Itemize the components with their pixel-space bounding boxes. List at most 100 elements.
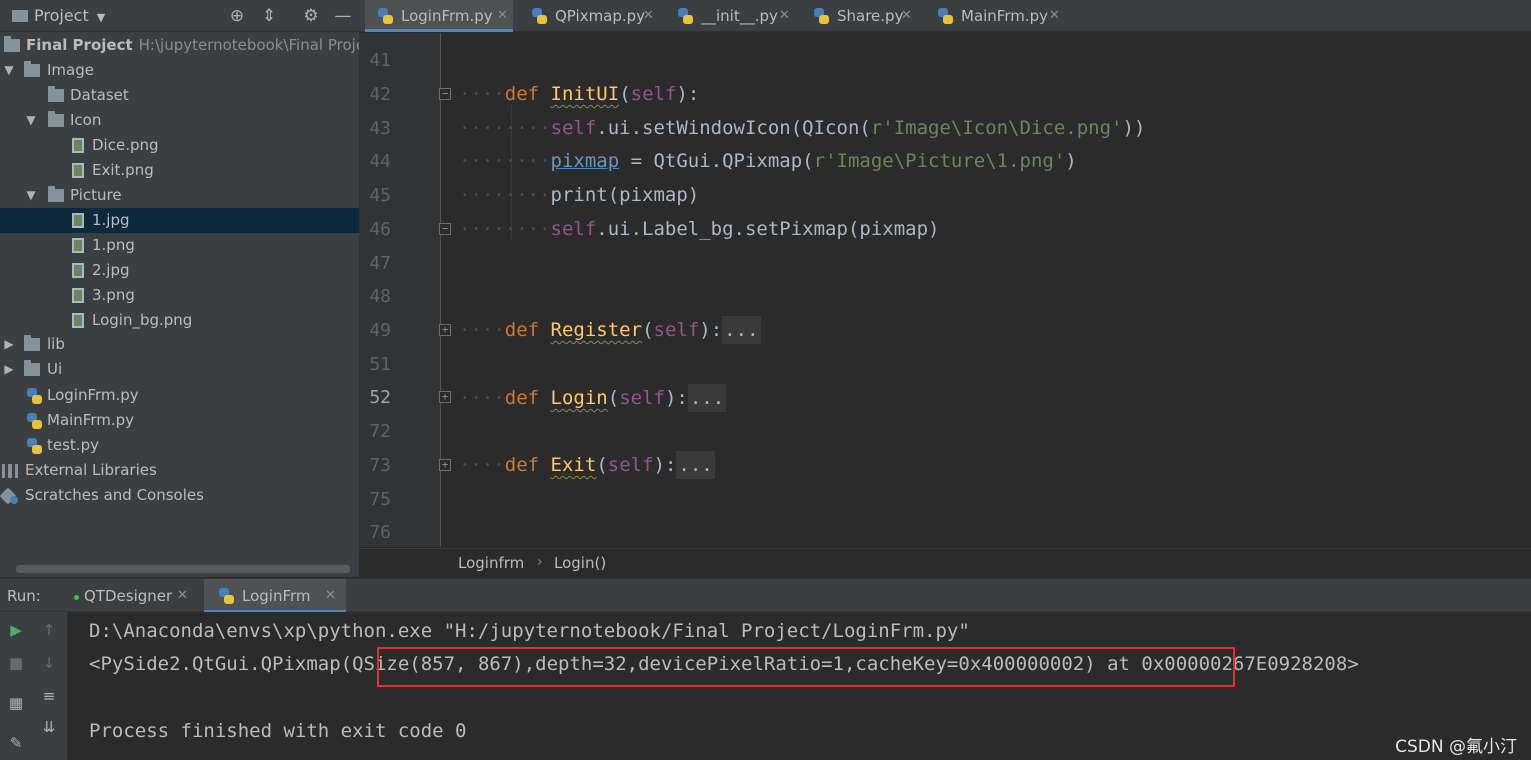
gear-icon[interactable]: ⚙	[300, 5, 322, 27]
collapsed-arrow-icon[interactable]: ▶	[2, 357, 16, 382]
line-number: 73	[369, 455, 391, 476]
tree-item-dice-png[interactable]: Dice.png	[0, 133, 359, 158]
tree-item-label: Icon	[70, 111, 102, 129]
scroll-to-end-icon[interactable]: ⇊	[38, 716, 60, 738]
fold-marker-icon[interactable]: −	[439, 88, 451, 100]
tree-item-3-png[interactable]: 3.png	[0, 283, 359, 308]
expand-fold-icon[interactable]: +	[439, 391, 451, 403]
collapse-all-icon[interactable]: ⇕	[258, 5, 280, 27]
project-panel: Project ▼ ⊕ ⇕ ⚙ — Final Project H:\jupyter…	[0, 0, 373, 577]
project-folder-icon	[12, 10, 28, 22]
run-tab-label: QTDesigner	[84, 587, 173, 605]
expanded-arrow-icon[interactable]: ▼	[24, 108, 38, 133]
tree-item-label: MainFrm.py	[47, 411, 135, 429]
python-file-icon	[26, 413, 42, 429]
folder-icon	[24, 335, 40, 351]
tab-label: Share.py	[837, 7, 904, 25]
tree-item-exit-png[interactable]: Exit.png	[0, 158, 359, 183]
run-tab-loginfrm[interactable]: LoginFrm ✕	[204, 579, 346, 613]
code-editor[interactable]: 41 42 43 44 45 46 47 48 49 51 52 72 73 7…	[359, 33, 1531, 547]
tree-item-label: Image	[47, 61, 94, 79]
tab-init-py[interactable]: __init__.py ✕	[665, 0, 795, 32]
tab-loginfrm-py[interactable]: LoginFrm.py ✕	[365, 0, 513, 32]
chevron-right-icon: ›	[537, 554, 543, 570]
folder-icon	[24, 360, 40, 376]
code-line-46: ········self.ui.Label_bg.setPixmap(pixma…	[459, 218, 940, 240]
run-toolbar: ▶ ↑ ■ ↓ ≡ ▦ ⇊ ✎	[0, 612, 68, 760]
tree-item-test-py[interactable]: test.py	[0, 433, 359, 458]
tree-item-icon-folder[interactable]: ▼ Icon	[0, 108, 359, 133]
rerun-icon[interactable]: ▶	[5, 619, 27, 641]
tree-item-label: Ui	[47, 360, 63, 378]
tree-item-final-project[interactable]: Final Project H:\jupyternotebook\Final Pr…	[0, 33, 373, 58]
tree-item-ui[interactable]: ▶ Ui	[0, 357, 359, 382]
expand-fold-icon[interactable]: +	[439, 324, 451, 336]
close-icon[interactable]: ✕	[497, 0, 508, 32]
tree-item-1-jpg[interactable]: 1.jpg	[0, 208, 359, 233]
tree-item-external-libraries[interactable]: External Libraries	[0, 458, 359, 483]
breadcrumb-item[interactable]: Loginfrm	[458, 554, 524, 572]
tree-item-label: Dice.png	[92, 136, 159, 154]
close-icon[interactable]: ✕	[901, 0, 912, 32]
tree-item-mainfrm-py[interactable]: MainFrm.py	[0, 408, 359, 433]
run-console[interactable]: D:\Anaconda\envs\xp\python.exe "H:/jupyt…	[68, 612, 1531, 760]
tab-share-py[interactable]: Share.py ✕	[801, 0, 919, 32]
tree-item-scratches[interactable]: Scratches and Consoles	[0, 483, 359, 508]
tree-item-label: LoginFrm.py	[47, 386, 139, 404]
tree-item-picture[interactable]: ▼ Picture	[0, 183, 359, 208]
expand-fold-icon[interactable]: +	[439, 459, 451, 471]
image-file-icon	[72, 288, 84, 303]
soft-wrap-icon[interactable]: ≡	[38, 685, 60, 707]
breadcrumb-item[interactable]: Login()	[554, 554, 606, 572]
expanded-arrow-icon[interactable]: ▼	[2, 58, 16, 83]
tree-item-login-bg-png[interactable]: Login_bg.png	[0, 308, 359, 333]
folded-code-region[interactable]: ...	[687, 384, 727, 412]
close-icon[interactable]: ✕	[643, 0, 654, 32]
line-number: 72	[369, 421, 391, 442]
python-file-icon	[531, 8, 547, 24]
tree-item-label: 1.jpg	[92, 211, 130, 229]
folded-code-region[interactable]: ...	[722, 316, 761, 344]
close-icon[interactable]: ✕	[325, 579, 336, 613]
tree-item-dataset[interactable]: Dataset	[0, 83, 359, 108]
expanded-arrow-icon[interactable]: ▼	[24, 183, 38, 208]
locate-icon[interactable]: ⊕	[226, 5, 248, 27]
tree-item-label: Scratches and Consoles	[25, 486, 204, 504]
fold-marker-icon[interactable]: −	[439, 223, 451, 235]
run-panel-header: Run: QTDesigner ✕ LoginFrm ✕	[0, 578, 1531, 613]
tab-qpixmap-py[interactable]: QPixmap.py ✕	[519, 0, 659, 32]
run-tab-qtdesigner[interactable]: QTDesigner ✕	[64, 579, 196, 613]
hide-panel-icon[interactable]: —	[332, 5, 354, 27]
tree-item-2-jpg[interactable]: 2.jpg	[0, 258, 359, 283]
tab-label: LoginFrm.py	[401, 7, 493, 25]
close-icon[interactable]: ✕	[779, 0, 790, 32]
tab-label: MainFrm.py	[961, 7, 1049, 25]
libraries-icon	[2, 464, 18, 478]
image-file-icon	[72, 238, 84, 253]
folded-code-region[interactable]: ...	[676, 451, 715, 479]
tab-mainfrm-py[interactable]: MainFrm.py ✕	[925, 0, 1065, 32]
layout-icon[interactable]: ▦	[5, 692, 27, 714]
chevron-down-icon: ▼	[96, 11, 106, 24]
tree-item-label: test.py	[47, 436, 99, 454]
collapsed-arrow-icon[interactable]: ▶	[2, 332, 16, 357]
python-file-icon	[26, 438, 42, 454]
pin-icon[interactable]: ✎	[5, 732, 27, 754]
close-icon[interactable]: ✕	[1049, 0, 1060, 32]
scroll-down-icon[interactable]: ↓	[38, 652, 60, 674]
scroll-up-icon[interactable]: ↑	[38, 619, 60, 641]
run-tab-label: LoginFrm	[242, 587, 311, 605]
tree-item-lib[interactable]: ▶ lib	[0, 332, 359, 357]
tree-item-image[interactable]: ▼ Image	[0, 58, 359, 83]
stop-icon[interactable]: ■	[5, 652, 27, 674]
tree-item-loginfrm-py[interactable]: LoginFrm.py	[0, 383, 359, 408]
tab-label: __init__.py	[701, 7, 778, 25]
tree-item-1-png[interactable]: 1.png	[0, 233, 359, 258]
line-number: 49	[369, 320, 391, 341]
console-exit-message: Process finished with exit code 0	[89, 720, 467, 742]
run-label: Run:	[7, 587, 41, 605]
project-view-selector[interactable]: Project ▼	[12, 6, 105, 25]
project-horizontal-scrollbar[interactable]	[16, 565, 350, 573]
close-icon[interactable]: ✕	[177, 579, 188, 613]
tree-item-label: 3.png	[92, 286, 135, 304]
